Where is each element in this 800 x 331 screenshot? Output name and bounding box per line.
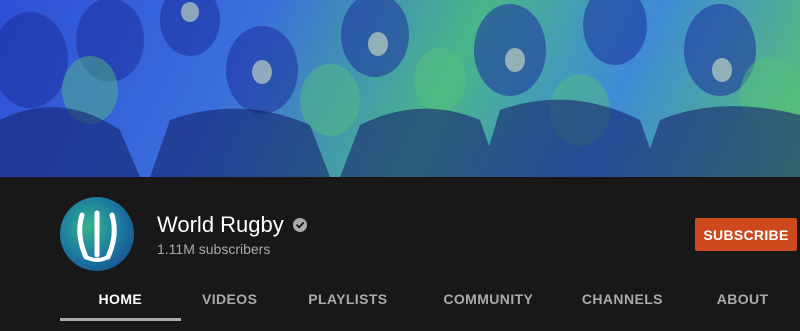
tab-videos[interactable]: VIDEOS	[181, 277, 279, 321]
tab-about[interactable]: ABOUT	[685, 277, 800, 321]
channel-avatar[interactable]	[60, 197, 134, 271]
tab-channels[interactable]: CHANNELS	[560, 277, 686, 321]
channel-name-text: World Rugby	[157, 212, 284, 237]
tab-home[interactable]: HOME	[60, 277, 181, 321]
banner-crowd-image	[0, 0, 800, 177]
tab-community[interactable]: COMMUNITY	[417, 277, 559, 321]
subscribe-button[interactable]: SUBSCRIBE	[695, 218, 797, 251]
channel-banner	[0, 0, 800, 177]
channel-title: World Rugby	[157, 212, 307, 238]
channel-tabs: HOME VIDEOS PLAYLISTS COMMUNITY CHANNELS…	[60, 277, 800, 321]
world-rugby-logo-icon	[77, 210, 117, 262]
verified-check-icon	[292, 218, 307, 232]
subscriber-count: 1.11M subscribers	[157, 241, 271, 257]
tab-playlists[interactable]: PLAYLISTS	[279, 277, 418, 321]
